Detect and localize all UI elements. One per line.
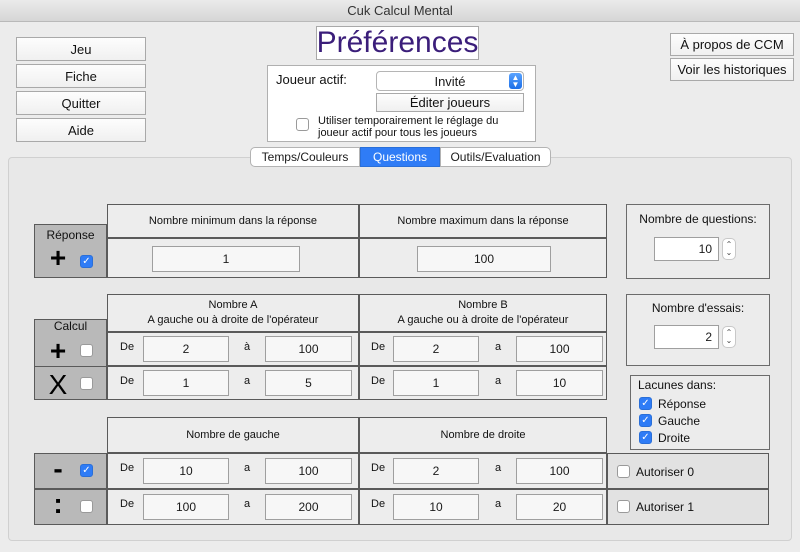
window-titlebar: Cuk Calcul Mental bbox=[0, 0, 800, 22]
temp-setting-label: Utiliser temporairement le réglage du jo… bbox=[318, 115, 499, 139]
max-header: Nombre maximum dans la réponse bbox=[359, 204, 607, 238]
div-r-from-input[interactable]: 10 bbox=[393, 494, 479, 520]
window-title: Cuk Calcul Mental bbox=[347, 3, 453, 18]
minus-r-to-input[interactable]: 100 bbox=[516, 458, 603, 484]
fiche-button[interactable]: Fiche bbox=[16, 64, 146, 88]
nombre-a-title: Nombre A bbox=[208, 299, 258, 311]
droite-header: Nombre de droite bbox=[359, 417, 607, 453]
questions-stepper-icon[interactable]: ⌃ ⌄ bbox=[722, 238, 736, 260]
de-label: De bbox=[371, 498, 386, 510]
essais-stepper-icon[interactable]: ⌃ ⌄ bbox=[722, 326, 736, 348]
de-label: De bbox=[371, 375, 386, 387]
plus-b-to-input[interactable]: 100 bbox=[516, 336, 603, 362]
minus-checkbox[interactable]: ✓ bbox=[80, 464, 93, 477]
minus-r-from-input[interactable]: 2 bbox=[393, 458, 479, 484]
a-label: a bbox=[495, 341, 502, 353]
a-label: à bbox=[244, 341, 251, 353]
nombre-a-header: Nombre A A gauche ou à droite de l'opéra… bbox=[107, 294, 359, 332]
de-label: De bbox=[120, 375, 135, 387]
de-label: De bbox=[371, 341, 386, 353]
reponse-max-input[interactable]: 100 bbox=[417, 246, 551, 272]
history-button[interactable]: Voir les historiques bbox=[670, 58, 794, 81]
nombre-b-subtitle: A gauche ou à droite de l'opérateur bbox=[397, 314, 569, 326]
nombre-b-header: Nombre B A gauche ou à droite de l'opéra… bbox=[359, 294, 607, 332]
lacune-reponse-checkbox[interactable]: ✓ bbox=[639, 397, 652, 410]
plus-a-to-input[interactable]: 100 bbox=[265, 336, 352, 362]
times-b-from-input[interactable]: 1 bbox=[393, 370, 479, 396]
divide-icon: : bbox=[53, 488, 63, 519]
lacune-droite-checkbox[interactable]: ✓ bbox=[639, 431, 652, 444]
questions-input[interactable]: 10 bbox=[654, 237, 719, 261]
lacune-gauche-checkbox[interactable]: ✓ bbox=[639, 414, 652, 427]
page-title: Préférences bbox=[316, 26, 479, 60]
tab-outils-evaluation[interactable]: Outils/Evaluation bbox=[440, 147, 551, 167]
tab-temps-couleurs[interactable]: Temps/Couleurs bbox=[250, 147, 360, 167]
plus-icon: + bbox=[49, 335, 67, 366]
temp-setting-checkbox[interactable] bbox=[296, 118, 309, 131]
questions-label: Nombre de questions: bbox=[639, 212, 757, 226]
aide-button[interactable]: Aide bbox=[16, 118, 146, 142]
minus-l-from-input[interactable]: 10 bbox=[143, 458, 229, 484]
jeu-button[interactable]: Jeu bbox=[16, 37, 146, 61]
gauche-header: Nombre de gauche bbox=[107, 417, 359, 453]
autoriser-1-label: Autoriser 1 bbox=[636, 500, 695, 514]
lacune-reponse-label: Réponse bbox=[658, 397, 707, 411]
minus-icon: - bbox=[53, 453, 63, 484]
a-label: a bbox=[495, 498, 502, 510]
player-selected-value: Invité bbox=[434, 73, 466, 89]
minus-l-to-input[interactable]: 100 bbox=[265, 458, 352, 484]
div-r-to-input[interactable]: 20 bbox=[516, 494, 603, 520]
quitter-button[interactable]: Quitter bbox=[16, 91, 146, 115]
div-checkbox[interactable] bbox=[80, 500, 93, 513]
reponse-min-input[interactable]: 1 bbox=[152, 246, 300, 272]
min-header: Nombre minimum dans la réponse bbox=[107, 204, 359, 238]
essais-label: Nombre d'essais: bbox=[651, 301, 745, 315]
de-label: De bbox=[120, 498, 135, 510]
autoriser-0-checkbox[interactable] bbox=[617, 465, 630, 478]
calcul-times-checkbox[interactable] bbox=[80, 377, 93, 390]
plus-icon: + bbox=[49, 242, 67, 273]
player-label: Joueur actif: bbox=[276, 72, 347, 87]
edit-players-button[interactable]: Éditer joueurs bbox=[376, 93, 524, 112]
player-select[interactable]: Invité bbox=[376, 71, 524, 91]
lacune-gauche-label: Gauche bbox=[658, 414, 701, 428]
popup-arrows-icon[interactable]: ▲ ▼ bbox=[509, 73, 522, 89]
reponse-section-label: Réponse bbox=[46, 228, 95, 242]
calcul-section-label: Calcul bbox=[53, 319, 88, 333]
a-label: a bbox=[244, 462, 251, 474]
autoriser-0-label: Autoriser 0 bbox=[636, 465, 695, 479]
a-label: a bbox=[495, 375, 502, 387]
de-label: De bbox=[120, 462, 135, 474]
a-label: a bbox=[244, 375, 251, 387]
tab-questions[interactable]: Questions bbox=[360, 147, 440, 167]
div-l-from-input[interactable]: 100 bbox=[143, 494, 229, 520]
essais-input[interactable]: 2 bbox=[654, 325, 719, 349]
nombre-a-subtitle: A gauche ou à droite de l'opérateur bbox=[147, 314, 319, 326]
lacune-droite-label: Droite bbox=[658, 431, 691, 445]
times-a-to-input[interactable]: 5 bbox=[265, 370, 352, 396]
reponse-checkbox[interactable]: ✓ bbox=[80, 255, 93, 268]
de-label: De bbox=[371, 462, 386, 474]
about-button[interactable]: À propos de CCM bbox=[670, 33, 794, 56]
a-label: a bbox=[244, 498, 251, 510]
lacunes-label: Lacunes dans: bbox=[638, 378, 717, 392]
a-label: a bbox=[495, 462, 502, 474]
times-a-from-input[interactable]: 1 bbox=[143, 370, 229, 396]
plus-a-from-input[interactable]: 2 bbox=[143, 336, 229, 362]
autoriser-1-checkbox[interactable] bbox=[617, 500, 630, 513]
times-b-to-input[interactable]: 10 bbox=[516, 370, 603, 396]
nombre-b-title: Nombre B bbox=[458, 299, 508, 311]
plus-b-from-input[interactable]: 2 bbox=[393, 336, 479, 362]
calcul-plus-checkbox[interactable] bbox=[80, 344, 93, 357]
de-label: De bbox=[120, 341, 135, 353]
times-icon: X bbox=[48, 369, 68, 400]
div-l-to-input[interactable]: 200 bbox=[265, 494, 352, 520]
